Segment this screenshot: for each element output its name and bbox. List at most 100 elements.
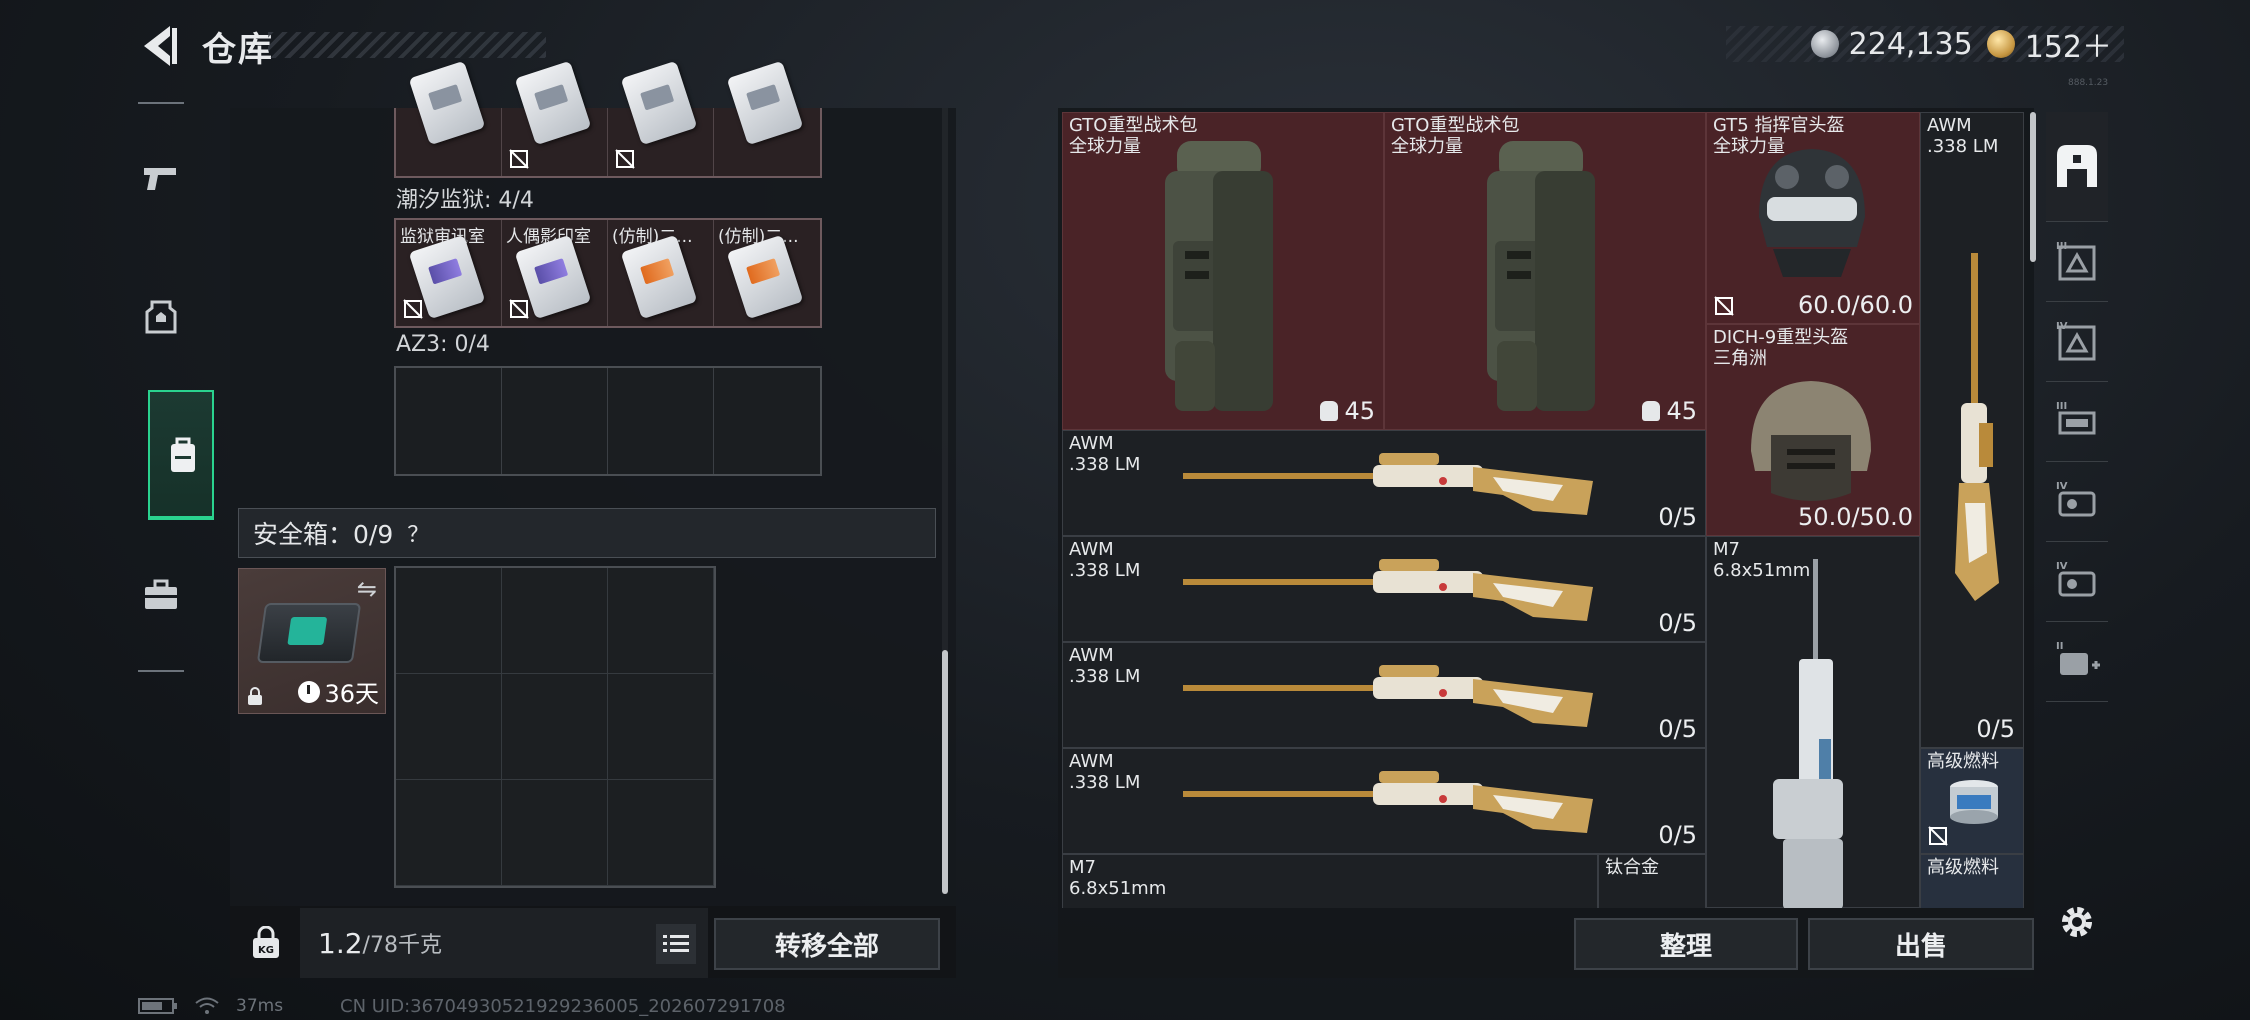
collection-slot[interactable]	[608, 60, 714, 176]
safe-slot[interactable]	[608, 568, 714, 674]
backpack-icon[interactable]	[164, 436, 202, 474]
tier-3-vest-icon[interactable]: III	[2046, 382, 2108, 462]
collection-slot[interactable]: 人偶影印室	[502, 220, 608, 326]
empty-slot[interactable]	[714, 368, 820, 474]
item-cell[interactable]: GTO重型战术包 全球力量 45	[1384, 112, 1706, 430]
collection-slot[interactable]: (仿制)二...	[714, 220, 820, 326]
not-owned-icon	[403, 299, 423, 319]
safe-slot[interactable]	[608, 674, 714, 780]
tier-3-armor-icon[interactable]: III	[2046, 222, 2108, 302]
helmet-image	[1759, 149, 1865, 277]
safe-slot[interactable]	[608, 780, 714, 886]
pistol-icon[interactable]	[142, 158, 180, 196]
item-cell[interactable]: AWM .338 LM 0/5	[1062, 642, 1706, 748]
safe-slot[interactable]	[502, 568, 608, 674]
fuel-can-image	[1950, 780, 1998, 824]
item-cell[interactable]: 钛合金	[1598, 854, 1706, 908]
item-cell[interactable]: AWM .338 LM 0/5	[1062, 430, 1706, 536]
item-cell[interactable]: 高级燃料	[1920, 854, 2024, 908]
sell-button[interactable]: 出售	[1808, 918, 2034, 970]
safe-box-item[interactable]: ⇋ 36天	[238, 568, 386, 714]
transfer-all-button[interactable]: 转移全部	[714, 918, 940, 970]
weight-lock-icon: KG	[253, 926, 279, 958]
item-cell[interactable]: AWM .338 LM 0/5	[1062, 536, 1706, 642]
item-cell[interactable]: GTO重型战术包 全球力量 45	[1062, 112, 1384, 430]
keycard-image	[726, 234, 804, 320]
help-icon[interactable]: ？	[407, 517, 429, 549]
safe-box-grid	[394, 566, 716, 888]
item-cell[interactable]: AWM .338 LM 0/5	[1920, 112, 2024, 748]
safe-slot[interactable]	[396, 780, 502, 886]
rifle-image	[1183, 771, 1593, 833]
item-cell[interactable]: GT5 指挥官头盔 全球力量 60.0/60.0	[1706, 112, 1920, 324]
collection-slot[interactable]: 监狱审讯室	[396, 220, 502, 326]
keycard-image	[408, 60, 486, 146]
empty-slot[interactable]	[608, 368, 714, 474]
item-name: DICH-9重型头盔 三角洲	[1713, 327, 1849, 369]
weight-lock-button[interactable]: KG	[238, 912, 294, 974]
safe-slot[interactable]	[396, 568, 502, 674]
safe-slot[interactable]	[396, 674, 502, 780]
tier-4-vest-icon[interactable]: IV	[2046, 462, 2108, 542]
status-bar: 37ms	[138, 996, 283, 1016]
safe-slot[interactable]	[502, 780, 608, 886]
storage-icon[interactable]	[2046, 112, 2108, 222]
list-view-button[interactable]	[656, 924, 696, 964]
back-button[interactable]	[138, 22, 182, 70]
item-cell[interactable]: 高级燃料	[1920, 748, 2024, 854]
rifle-image	[1183, 665, 1593, 727]
item-cell[interactable]: M7 6.8x51mm	[1062, 854, 1598, 908]
tier-4-vest-b-icon[interactable]: IV	[2046, 542, 2108, 622]
briefcase-icon[interactable]	[142, 576, 180, 614]
currency-bar: 224,135 152＋	[1726, 26, 2124, 65]
svg-text:III: III	[2056, 401, 2067, 412]
collection-slot[interactable]	[502, 60, 608, 176]
item-durability: 50.0/50.0	[1798, 503, 1913, 531]
list-icon	[663, 935, 689, 952]
empty-slot[interactable]	[502, 368, 608, 474]
filter-rail: III IV III IV IV II	[2046, 112, 2108, 972]
backpack-weight-icon	[1320, 401, 1339, 421]
empty-slot[interactable]	[396, 368, 502, 474]
item-name: AWM .338 LM	[1069, 433, 1141, 475]
armor-vest-icon[interactable]	[142, 298, 180, 336]
rifle-image	[1773, 559, 1843, 908]
add-slot-icon[interactable]: II	[2046, 622, 2108, 702]
lock-icon	[248, 687, 262, 705]
organize-button[interactable]: 整理	[1574, 918, 1798, 970]
item-cell[interactable]: AWM .338 LM 0/5	[1062, 748, 1706, 854]
svg-text:IV: IV	[2056, 321, 2068, 332]
safe-slot[interactable]	[502, 674, 608, 780]
scrollbar[interactable]	[942, 650, 948, 894]
item-cell[interactable]: M7 6.8x51mm	[1706, 536, 1920, 908]
days-remaining: 36天	[324, 680, 379, 708]
item-name: AWM .338 LM	[1927, 115, 1999, 157]
gold-currency[interactable]: 152＋	[1986, 22, 2112, 66]
collection-row-tide-prison: 监狱审讯室 人偶影印室 (仿制)二... (仿制)二...	[394, 218, 822, 328]
item-name: 高级燃料	[1927, 857, 1999, 878]
tier-4-armor-icon[interactable]: IV	[2046, 302, 2108, 382]
inventory-scrollbar[interactable]	[2030, 112, 2036, 262]
backpack-image	[1487, 141, 1595, 411]
weight-display: 1.2 /78千克	[300, 908, 708, 978]
section-label-az3: AZ3: 0/4	[396, 332, 490, 357]
collection-slot[interactable]	[396, 60, 502, 176]
silver-currency[interactable]: 224,135	[1810, 27, 1973, 62]
gold-coin-icon	[1986, 30, 2015, 58]
settings-icon[interactable]	[2046, 882, 2108, 962]
weight-value: 1.2	[318, 926, 363, 960]
svg-text:KG: KG	[258, 945, 274, 956]
gold-amount: 152＋	[2024, 30, 2112, 65]
item-weight: 45	[1320, 397, 1375, 425]
collection-slot[interactable]: (仿制)二...	[608, 220, 714, 326]
item-name: M7 6.8x51mm	[1069, 857, 1167, 899]
title-stripe-decoration	[268, 32, 546, 58]
item-durability: 60.0/60.0	[1798, 291, 1913, 319]
collection-slot[interactable]	[714, 60, 820, 176]
item-cell[interactable]: DICH-9重型头盔 三角洲 50.0/50.0	[1706, 324, 1920, 536]
swap-icon[interactable]: ⇋	[357, 575, 377, 603]
keycard-image	[620, 234, 698, 320]
safe-box-label: 安全箱：0/9	[253, 520, 394, 549]
item-ammo: 0/5	[1658, 503, 1697, 531]
collection-row-top	[394, 60, 822, 178]
